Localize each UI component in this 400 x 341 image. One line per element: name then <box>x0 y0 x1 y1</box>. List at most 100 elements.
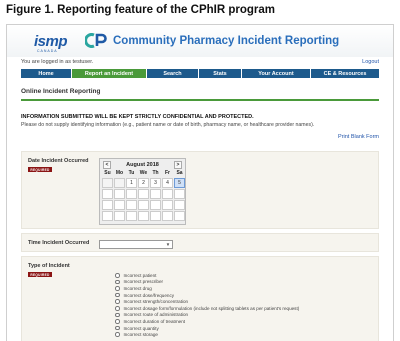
app-title: Community Pharmacy Incident Reporting <box>113 35 340 47</box>
calendar-day[interactable] <box>150 211 161 221</box>
calendar-prev-button[interactable]: < <box>103 160 111 169</box>
calendar-day[interactable] <box>138 211 149 221</box>
calendar-day[interactable] <box>102 189 113 199</box>
section-divider <box>21 99 379 101</box>
login-bar: You are logged in as testuser. Logout <box>7 57 393 67</box>
radio-button[interactable] <box>115 286 120 291</box>
nav-tab-home[interactable]: Home <box>21 69 71 78</box>
calendar-day[interactable] <box>174 211 185 221</box>
main-nav: Home Report an Incident Search Stats You… <box>21 69 379 78</box>
incident-type-option[interactable]: Incorrect strength/concentration <box>115 298 299 305</box>
calendar-day[interactable]: 4 <box>162 178 173 188</box>
calendar-day[interactable]: 1 <box>126 178 137 188</box>
radio-button[interactable] <box>115 332 120 337</box>
ismp-logo[interactable]: ismp <box>34 33 68 50</box>
calendar-day[interactable] <box>162 211 173 221</box>
radio-button[interactable] <box>115 292 120 298</box>
calendar-day[interactable]: 2 <box>138 178 149 188</box>
weekday-label: Sa <box>176 170 183 176</box>
calendar-weekdays: Su Mo Tu We Th Fr Sa <box>100 170 185 178</box>
calendar-day[interactable] <box>162 189 173 199</box>
incident-type-label: Incorrect drug <box>123 285 152 291</box>
required-badge: REQUIRED <box>28 272 52 277</box>
calendar-day[interactable] <box>126 211 137 221</box>
calendar-day[interactable] <box>162 200 173 210</box>
calendar-day[interactable] <box>126 200 137 210</box>
incident-type-label: Incorrect dosage form/formulation (inclu… <box>123 305 300 311</box>
calendar-day[interactable] <box>114 189 125 199</box>
incident-type-option[interactable]: Incorrect quantity <box>115 325 299 332</box>
weekday-label: Fr <box>165 170 170 176</box>
type-field-block: Type of Incident REQUIRED Incorrect pati… <box>21 256 379 341</box>
site-header: ismp CANADA Community Pharmacy Incident … <box>7 25 393 57</box>
incident-type-label: Incorrect route of administration <box>123 312 189 318</box>
date-field-label: Date Incident Occurred <box>28 158 89 164</box>
calendar-day[interactable] <box>138 189 149 199</box>
radio-button[interactable] <box>115 319 120 324</box>
incident-type-option[interactable]: Incorrect dose/frequency <box>115 292 299 299</box>
nav-tab-search[interactable]: Search <box>147 69 198 78</box>
calendar-day[interactable]: 3 <box>150 178 161 188</box>
nav-tab-ce-resources[interactable]: CE & Resources <box>311 69 379 78</box>
browser-frame: ismp CANADA Community Pharmacy Incident … <box>6 24 394 341</box>
incident-type-label: Incorrect patient <box>123 272 157 278</box>
nav-tab-your-account[interactable]: Your Account <box>242 69 310 78</box>
weekday-label: Tu <box>128 170 135 176</box>
figure-title: Figure 1. Reporting feature of the CPhIR… <box>6 4 275 16</box>
calendar-day-empty <box>114 178 125 188</box>
calendar-day-grid: 1 2 3 4 5 <box>100 178 185 224</box>
time-field-label: Time Incident Occurred <box>28 240 90 246</box>
type-field-label: Type of Incident <box>28 263 70 269</box>
incident-type-option[interactable]: Incorrect patient <box>115 272 299 279</box>
calendar-day-empty <box>102 178 113 188</box>
date-picker-calendar: < August 2018 > Su Mo Tu We Th Fr Sa 1 2… <box>99 158 186 225</box>
incident-type-label: Incorrect quantity <box>123 325 159 331</box>
calendar-day-selected[interactable]: 5 <box>174 178 185 188</box>
nav-tab-stats[interactable]: Stats <box>199 69 241 78</box>
calendar-day[interactable] <box>138 200 149 210</box>
weekday-label: Mo <box>115 170 124 176</box>
calendar-day[interactable] <box>114 200 125 210</box>
confidentiality-subtext: Please do not supply identifying informa… <box>21 122 315 128</box>
incident-type-option[interactable]: Incorrect duration of treatment <box>115 318 299 325</box>
chevron-down-icon: ▼ <box>165 242 171 247</box>
incident-type-options: Incorrect patient Incorrect prescriber I… <box>115 272 299 338</box>
calendar-next-button[interactable]: > <box>174 160 182 169</box>
radio-button[interactable] <box>115 299 120 304</box>
calendar-day[interactable] <box>102 211 113 221</box>
incident-type-option[interactable]: Incorrect route of administration <box>115 312 299 319</box>
confidentiality-notice: INFORMATION SUBMITTED WILL BE KEPT STRIC… <box>21 114 254 120</box>
time-select[interactable]: ▼ <box>99 240 173 249</box>
incident-type-label: Incorrect prescriber <box>123 279 164 285</box>
incident-type-label: Incorrect duration of treatment <box>123 318 186 324</box>
nav-tab-report-incident[interactable]: Report an Incident <box>72 69 146 78</box>
calendar-day[interactable] <box>174 200 185 210</box>
radio-button[interactable] <box>115 325 120 331</box>
radio-button[interactable] <box>115 279 120 285</box>
print-blank-form-link[interactable]: Print Blank Form <box>338 134 379 140</box>
ismp-logo-sub: CANADA <box>37 49 58 53</box>
incident-type-option[interactable]: Incorrect drug <box>115 285 299 292</box>
incident-type-option[interactable]: Incorrect prescriber <box>115 279 299 286</box>
calendar-day[interactable] <box>126 189 137 199</box>
login-status: You are logged in as testuser. <box>21 59 94 65</box>
incident-type-option[interactable]: Incorrect dosage form/formulation (inclu… <box>115 305 299 312</box>
calendar-day[interactable] <box>102 200 113 210</box>
incident-type-label: Incorrect dose/frequency <box>123 292 175 298</box>
cphir-logo-icon <box>85 33 107 48</box>
calendar-day[interactable] <box>114 211 125 221</box>
calendar-day[interactable] <box>174 189 185 199</box>
radio-button[interactable] <box>115 306 120 311</box>
calendar-day[interactable] <box>150 200 161 210</box>
radio-button[interactable] <box>115 312 120 318</box>
incident-type-label: Incorrect storage <box>123 332 158 338</box>
calendar-header: < August 2018 > <box>100 159 185 170</box>
page-title: Online Incident Reporting <box>21 88 101 95</box>
incident-type-option[interactable]: Incorrect storage <box>115 331 299 338</box>
radio-button[interactable] <box>115 273 120 278</box>
logout-link[interactable]: Logout <box>362 59 379 65</box>
calendar-day[interactable] <box>150 189 161 199</box>
weekday-label: Su <box>104 170 111 176</box>
incident-type-label: Incorrect strength/concentration <box>123 299 189 305</box>
calendar-month-label: August 2018 <box>126 161 159 168</box>
